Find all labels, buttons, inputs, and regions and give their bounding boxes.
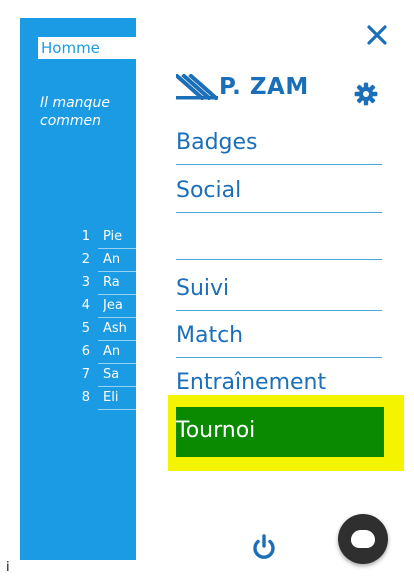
rank-number: 3	[81, 275, 90, 290]
missing-info-message: Il manque commen	[40, 94, 136, 130]
ranking-row[interactable]: 4 Jea	[82, 295, 136, 318]
rank-number: 6	[81, 344, 90, 359]
player-name: An	[103, 252, 121, 267]
brand-logo-icon	[176, 74, 218, 100]
background-app: Homme Il manque commen 1 Pie 2 An 3 Ra 4 Jea…	[20, 18, 136, 560]
menu-item-badges[interactable]: Badges	[176, 121, 382, 165]
ranking-row[interactable]: 8 Eli	[82, 387, 136, 410]
player-name: Pie	[103, 229, 123, 244]
close-icon[interactable]	[364, 22, 390, 48]
ranking-row[interactable]: 6 An	[82, 341, 136, 364]
menu-item-match[interactable]: Match	[176, 314, 382, 358]
chat-bubble-icon	[351, 530, 375, 548]
ranking-list: 1 Pie 2 An 3 Ra 4 Jea 5 Ash 6 An 7 Sa 8 Eli	[20, 226, 136, 410]
ranking-row[interactable]: 7 Sa	[82, 364, 136, 387]
rank-number: 2	[81, 252, 90, 267]
ranking-row[interactable]: 5 Ash	[82, 318, 136, 341]
menu-item-social[interactable]: Social	[176, 169, 382, 213]
ranking-row[interactable]: 2 An	[82, 249, 136, 272]
rank-number: 1	[81, 229, 90, 244]
chat-fab-button[interactable]	[338, 514, 388, 564]
rank-number: 8	[81, 390, 90, 405]
rank-number: 7	[81, 367, 90, 382]
ranking-row[interactable]: 3 Ra	[82, 272, 136, 295]
brand-name: P. ZAM	[219, 74, 309, 100]
navigation-drawer: P. ZAM Badges Social Suivi Match Entraîn…	[136, 0, 414, 577]
message-line-1: Il manque	[40, 95, 110, 111]
brand-header: P. ZAM	[176, 74, 309, 100]
rank-number: 5	[81, 321, 90, 336]
player-name: Sa	[103, 367, 120, 382]
menu-item-suivi[interactable]: Suivi	[176, 267, 382, 311]
power-icon[interactable]	[249, 532, 279, 562]
message-line-2: commen	[40, 113, 102, 129]
player-name: Ash	[103, 321, 127, 336]
player-name: Jea	[103, 298, 123, 313]
ranking-row[interactable]: 1 Pie	[82, 226, 136, 249]
player-name: Eli	[103, 390, 119, 405]
menu-item-tournoi-label: Tournoi	[176, 418, 256, 443]
rank-number: 4	[81, 298, 90, 313]
menu-item-blank[interactable]	[176, 216, 382, 260]
player-name: An	[103, 344, 121, 359]
tab-homme[interactable]: Homme	[38, 37, 136, 59]
info-icon[interactable]: i	[6, 561, 10, 575]
gear-icon[interactable]	[354, 82, 378, 106]
player-name: Ra	[103, 275, 120, 290]
